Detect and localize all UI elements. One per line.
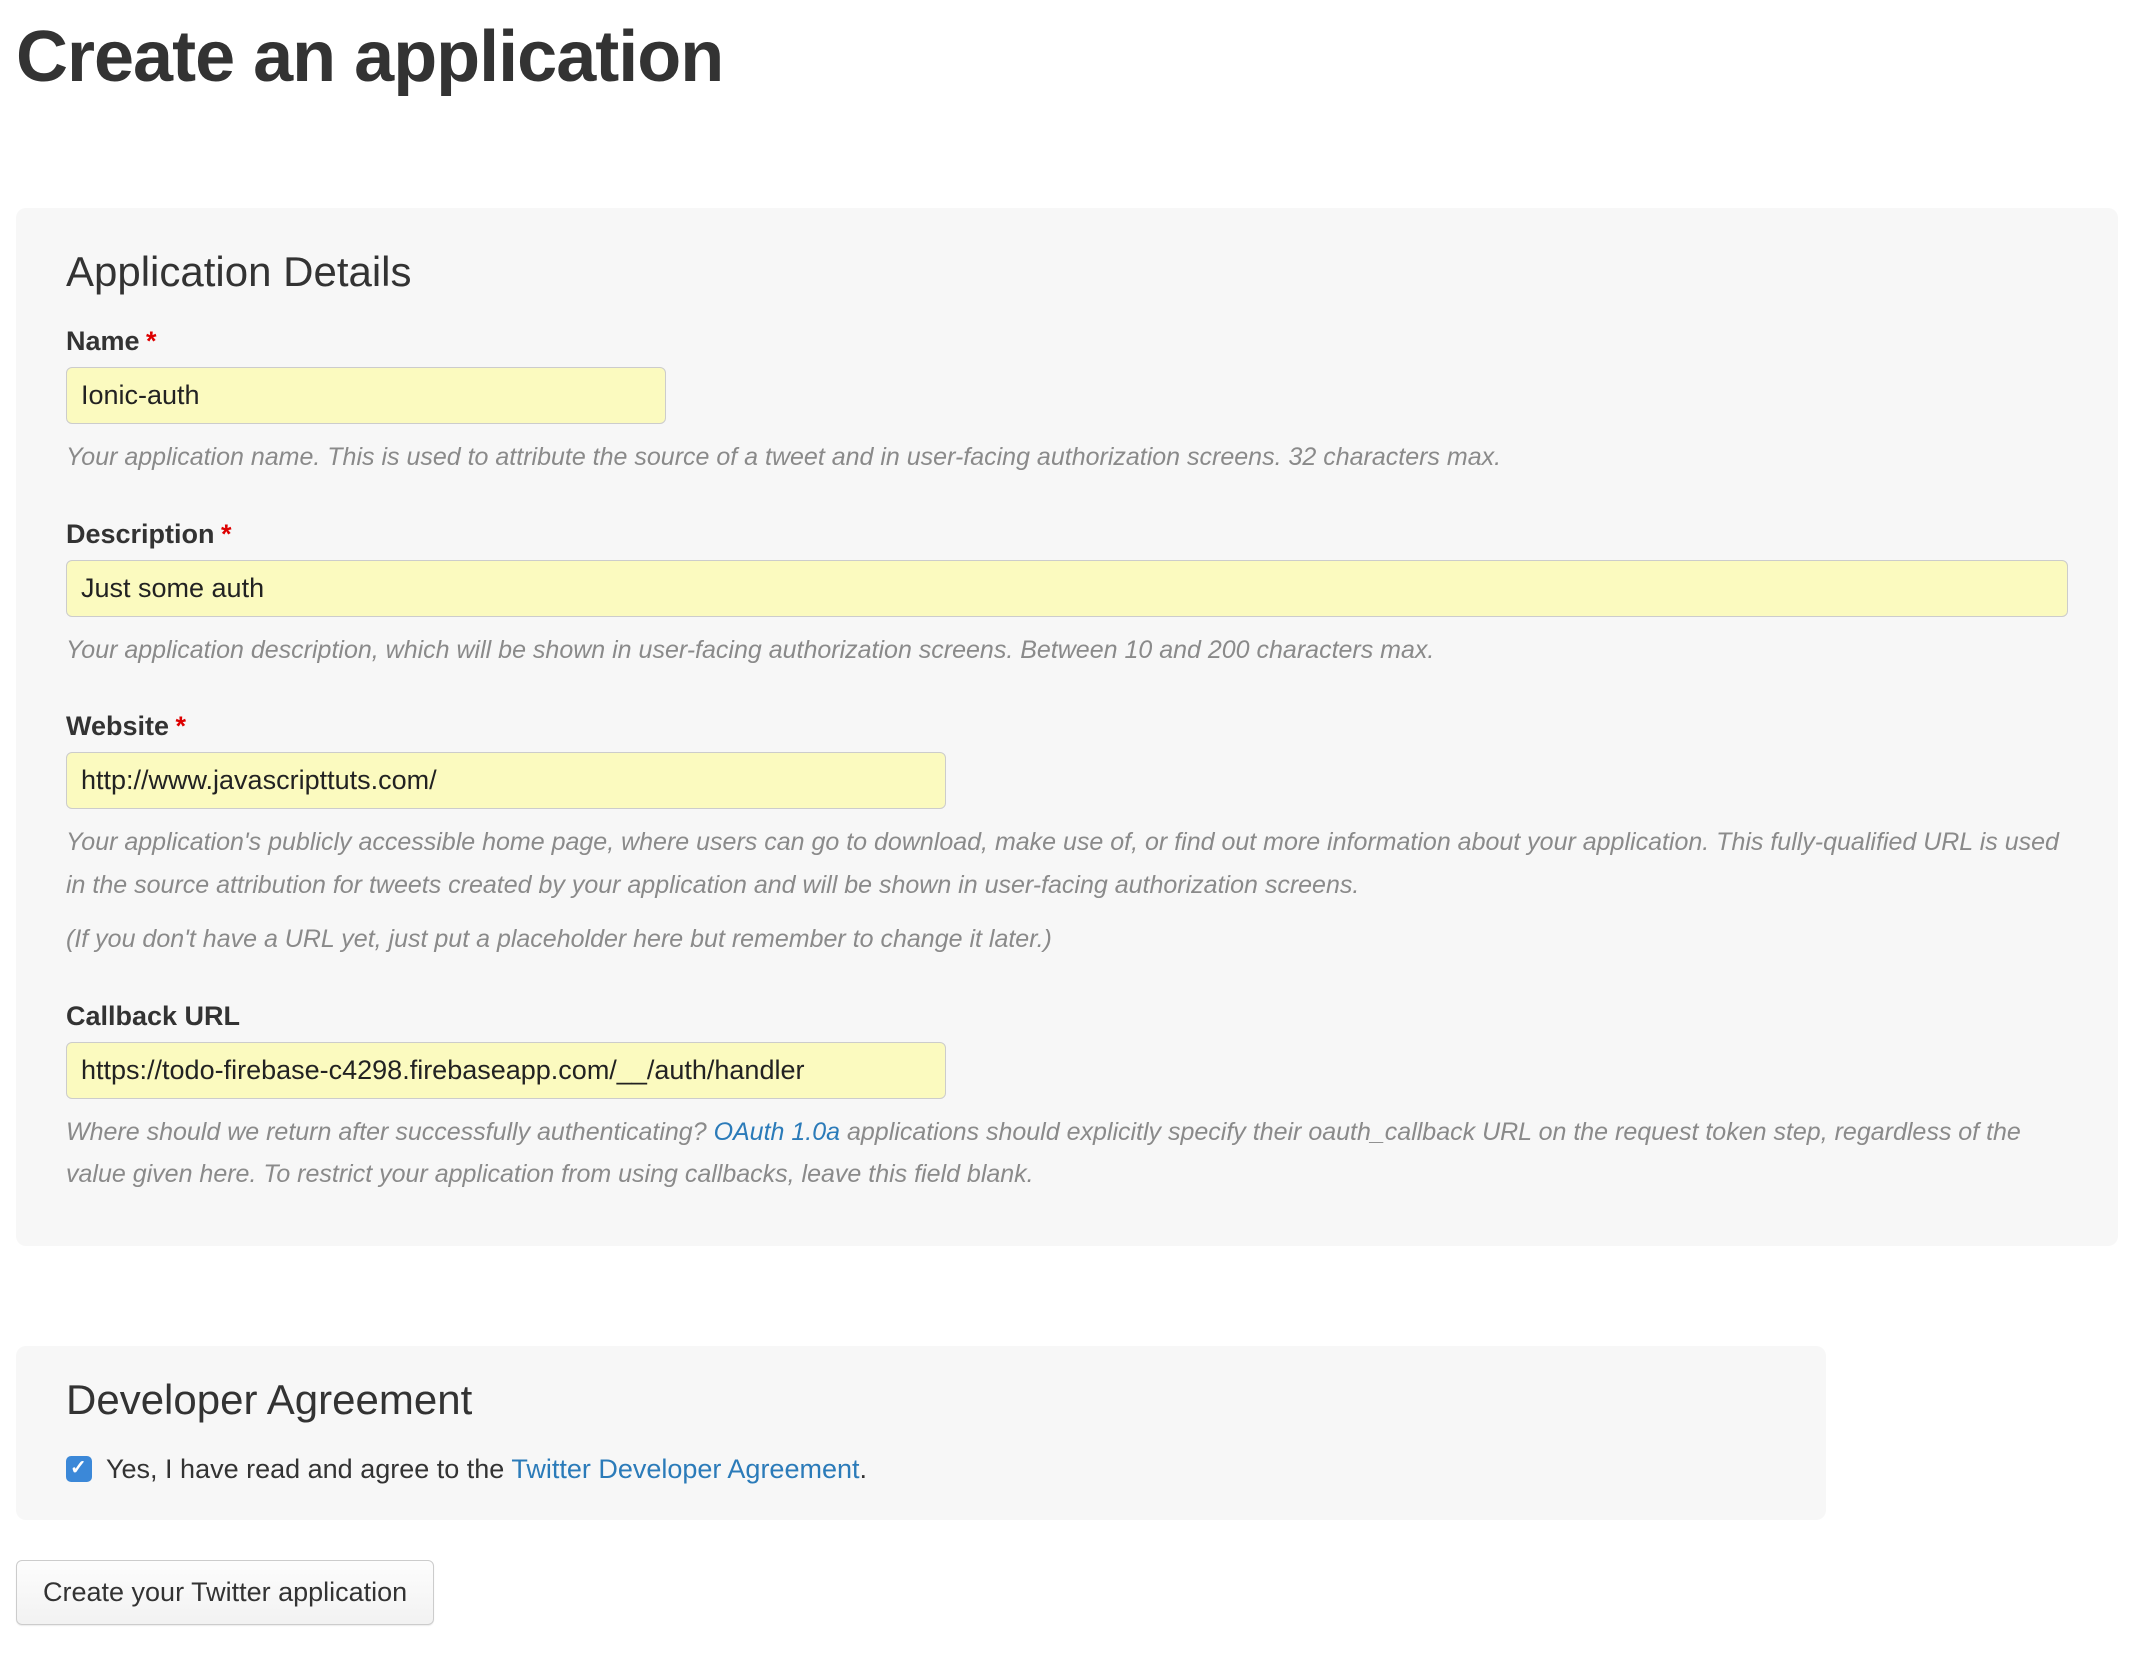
name-help-text: Your application name. This is used to a… <box>66 436 2068 479</box>
callback-help-before: Where should we return after successfull… <box>66 1118 714 1146</box>
page-title: Create an application <box>16 16 2118 98</box>
website-input[interactable] <box>66 752 946 809</box>
website-help-text-1: Your application's publicly accessible h… <box>66 821 2068 906</box>
website-field-group: Website * Your application's publicly ac… <box>66 711 2068 961</box>
website-help-text-2: (If you don't have a URL yet, just put a… <box>66 918 2068 961</box>
required-star: * <box>146 326 157 356</box>
required-star: * <box>175 711 186 741</box>
callback-url-input[interactable] <box>66 1042 946 1099</box>
agreement-checkbox[interactable] <box>66 1456 92 1482</box>
create-application-button[interactable]: Create your Twitter application <box>16 1560 434 1625</box>
name-input[interactable] <box>66 367 666 424</box>
application-details-heading: Application Details <box>66 248 2068 296</box>
website-label: Website <box>66 711 169 741</box>
oauth-link[interactable]: OAuth 1.0a <box>714 1118 840 1146</box>
developer-agreement-heading: Developer Agreement <box>66 1376 1776 1424</box>
description-label: Description <box>66 519 215 549</box>
application-details-panel: Application Details Name * Your applicat… <box>16 208 2118 1246</box>
description-help-text: Your application description, which will… <box>66 629 2068 672</box>
agreement-text: Yes, I have read and agree to the Twitte… <box>106 1454 867 1485</box>
name-field-group: Name * Your application name. This is us… <box>66 326 2068 479</box>
required-star: * <box>221 519 232 549</box>
developer-agreement-panel: Developer Agreement Yes, I have read and… <box>16 1346 1826 1520</box>
callback-field-group: Callback URL Where should we return afte… <box>66 1001 2068 1196</box>
description-input[interactable] <box>66 560 2068 617</box>
agreement-text-after: . <box>860 1454 868 1484</box>
description-field-group: Description * Your application descripti… <box>66 519 2068 672</box>
agreement-text-before: Yes, I have read and agree to the <box>106 1454 511 1484</box>
name-label: Name <box>66 326 140 356</box>
callback-label: Callback URL <box>66 1001 240 1031</box>
callback-help-text: Where should we return after successfull… <box>66 1111 2068 1196</box>
agreement-row: Yes, I have read and agree to the Twitte… <box>66 1454 1776 1485</box>
agreement-link[interactable]: Twitter Developer Agreement <box>511 1454 859 1484</box>
